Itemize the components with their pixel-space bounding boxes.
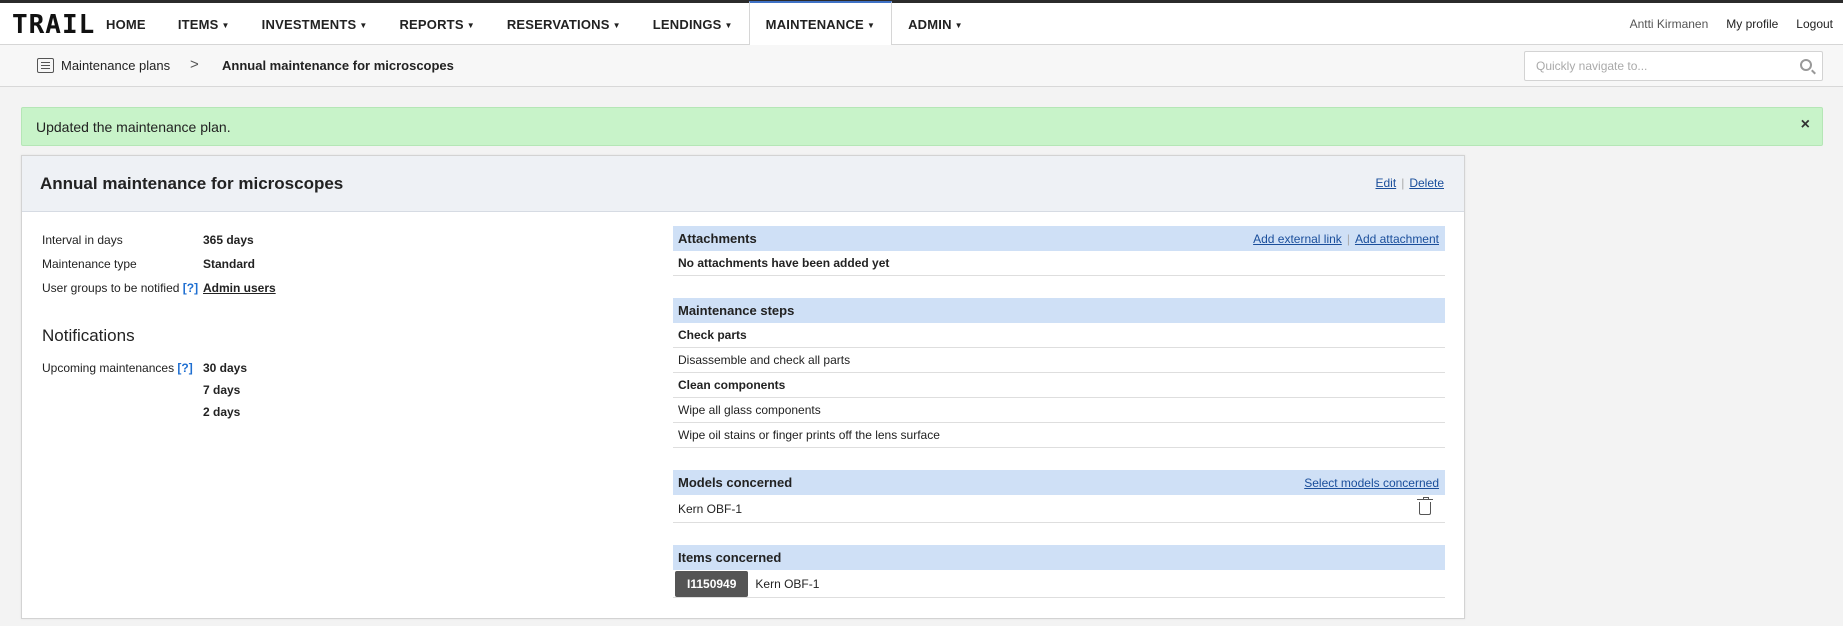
interval-label: Interval in days: [42, 233, 123, 247]
upcoming-value: 2 days: [203, 405, 241, 419]
upcoming-value: 7 days: [203, 383, 241, 397]
maintenance-plan-panel: Annual maintenance for microscopes Edit |…: [21, 155, 1465, 619]
page-title: Annual maintenance for microscopes: [40, 174, 344, 193]
my-profile-link[interactable]: My profile: [1726, 17, 1778, 31]
search-icon[interactable]: [1800, 59, 1812, 71]
nav-maintenance-label: MAINTENANCE: [765, 16, 864, 32]
type-label: Maintenance type: [42, 257, 137, 271]
panel-header: Annual maintenance for microscopes Edit |…: [22, 156, 1464, 212]
plan-sections: Attachments Add external link | Add attach…: [673, 226, 1445, 598]
nav-admin-label: ADMIN: [908, 16, 952, 32]
breadcrumb: Maintenance plans > Annual maintenance f…: [0, 45, 1843, 87]
step-heading: Check parts: [673, 323, 1445, 348]
quick-navigate-input[interactable]: [1536, 52, 1786, 80]
breadcrumb-separator-icon: >: [190, 56, 199, 73]
upcoming-row: 7 days: [42, 379, 247, 401]
type-value: Standard: [203, 257, 256, 271]
edit-link[interactable]: Edit: [1376, 176, 1397, 190]
chevron-down-icon: ▼: [466, 20, 475, 30]
select-models-button[interactable]: Select models concerned: [1304, 476, 1439, 490]
top-navigation: TRAIL HOME ITEMS ▼ INVESTMENTS ▼ REPORTS ▼ …: [0, 0, 1843, 45]
panel-actions: Edit | Delete: [1376, 176, 1445, 190]
groups-label-text: User groups to be notified: [42, 281, 180, 295]
upcoming-label-text: Upcoming maintenances: [42, 361, 175, 375]
type-row: Maintenance type Standard: [42, 252, 276, 276]
add-attachment-button[interactable]: Add attachment: [1355, 232, 1439, 246]
nav-lendings[interactable]: LENDINGS ▼: [637, 3, 749, 45]
attachments-header: Attachments Add external link | Add attach…: [673, 226, 1445, 251]
attachments-empty: No attachments have been added yet: [673, 251, 1445, 276]
breadcrumb-maintenance-plans[interactable]: Maintenance plans: [61, 58, 170, 73]
close-icon[interactable]: ×: [1801, 116, 1810, 134]
item-code-badge[interactable]: I1150949: [675, 570, 749, 597]
app-logo[interactable]: TRAIL: [12, 12, 95, 38]
upcoming-label: Upcoming maintenances [?]: [42, 361, 203, 375]
items-header: Items concerned: [673, 545, 1445, 570]
notifications-heading: Notifications: [42, 326, 135, 345]
step-item: Wipe oil stains or finger prints off the…: [673, 423, 1445, 448]
user-menu: Antti Kirmanen My profile Logout: [1612, 3, 1833, 45]
model-name: Kern OBF-1: [678, 501, 743, 516]
models-title: Models concerned: [678, 475, 793, 490]
groups-label: User groups to be notified [?]: [42, 281, 203, 295]
groups-row: User groups to be notified [?] Admin use…: [42, 276, 276, 300]
nav-reports-label: REPORTS: [399, 16, 464, 32]
chevron-down-icon: ▼: [612, 20, 621, 30]
chevron-down-icon: ▼: [866, 20, 876, 30]
quick-navigate: [1524, 51, 1823, 81]
items-title: Items concerned: [678, 550, 782, 565]
chevron-down-icon: ▼: [221, 20, 230, 30]
upcoming-row: 2 days: [42, 401, 247, 423]
upcoming-value: 30 days: [203, 361, 248, 375]
nav-reservations[interactable]: RESERVATIONS ▼: [491, 3, 637, 45]
nav-investments[interactable]: INVESTMENTS ▼: [246, 3, 384, 45]
chevron-down-icon: ▼: [724, 20, 733, 30]
breadcrumb-current: Annual maintenance for microscopes: [222, 58, 454, 73]
list-icon: [37, 58, 54, 73]
attachments-title: Attachments: [678, 231, 757, 246]
success-flash-message: Updated the maintenance plan. ×: [21, 107, 1823, 146]
steps-header: Maintenance steps: [673, 298, 1445, 323]
step-item: Disassemble and check all parts: [673, 348, 1445, 373]
logout-link[interactable]: Logout: [1796, 17, 1833, 31]
nav-admin[interactable]: ADMIN ▼: [892, 3, 979, 45]
step-item: Wipe all glass components: [673, 398, 1445, 423]
upcoming-row: Upcoming maintenances [?] 30 days: [42, 357, 247, 379]
groups-help-icon[interactable]: [?]: [183, 281, 198, 295]
plan-details: Interval in days 365 days Maintenance ty…: [42, 228, 276, 300]
interval-row: Interval in days 365 days: [42, 228, 276, 252]
models-actions: Select models concerned: [1304, 476, 1439, 490]
steps-title: Maintenance steps: [678, 303, 795, 318]
step-heading: Clean components: [673, 373, 1445, 398]
item-row: I1150949 Kern OBF-1: [673, 570, 1445, 598]
chevron-down-icon: ▼: [954, 20, 963, 30]
add-external-link-button[interactable]: Add external link: [1253, 232, 1342, 246]
user-name: Antti Kirmanen: [1629, 17, 1709, 31]
nav-lendings-label: LENDINGS: [652, 16, 722, 32]
interval-value: 365 days: [203, 233, 254, 247]
notifications-list: Upcoming maintenances [?] 30 days 7 days…: [42, 357, 247, 423]
chevron-down-icon: ▼: [359, 20, 368, 30]
nav-reservations-label: RESERVATIONS: [506, 16, 610, 32]
nav-items[interactable]: ITEMS ▼: [162, 3, 246, 45]
model-row: Kern OBF-1: [673, 495, 1445, 523]
delete-link[interactable]: Delete: [1409, 176, 1444, 190]
trash-icon[interactable]: [1417, 497, 1433, 515]
nav-items-label: ITEMS: [177, 16, 219, 32]
action-separator: |: [1401, 176, 1405, 190]
nav-reports[interactable]: REPORTS ▼: [383, 3, 490, 45]
main-nav: HOME ITEMS ▼ INVESTMENTS ▼ REPORTS ▼ RESERV…: [90, 1, 979, 45]
item-name: Kern OBF-1: [755, 576, 820, 591]
nav-home[interactable]: HOME: [90, 3, 162, 45]
nav-maintenance[interactable]: MAINTENANCE ▼: [748, 1, 893, 45]
nav-home-label: HOME: [106, 16, 146, 32]
models-header: Models concerned Select models concerned: [673, 470, 1445, 495]
flash-text: Updated the maintenance plan.: [36, 119, 231, 135]
admin-users-link[interactable]: Admin users: [203, 281, 276, 295]
upcoming-help-icon[interactable]: [?]: [177, 361, 192, 375]
action-separator: |: [1346, 232, 1350, 246]
attachments-actions: Add external link | Add attachment: [1253, 232, 1439, 246]
nav-investments-label: INVESTMENTS: [261, 16, 357, 32]
